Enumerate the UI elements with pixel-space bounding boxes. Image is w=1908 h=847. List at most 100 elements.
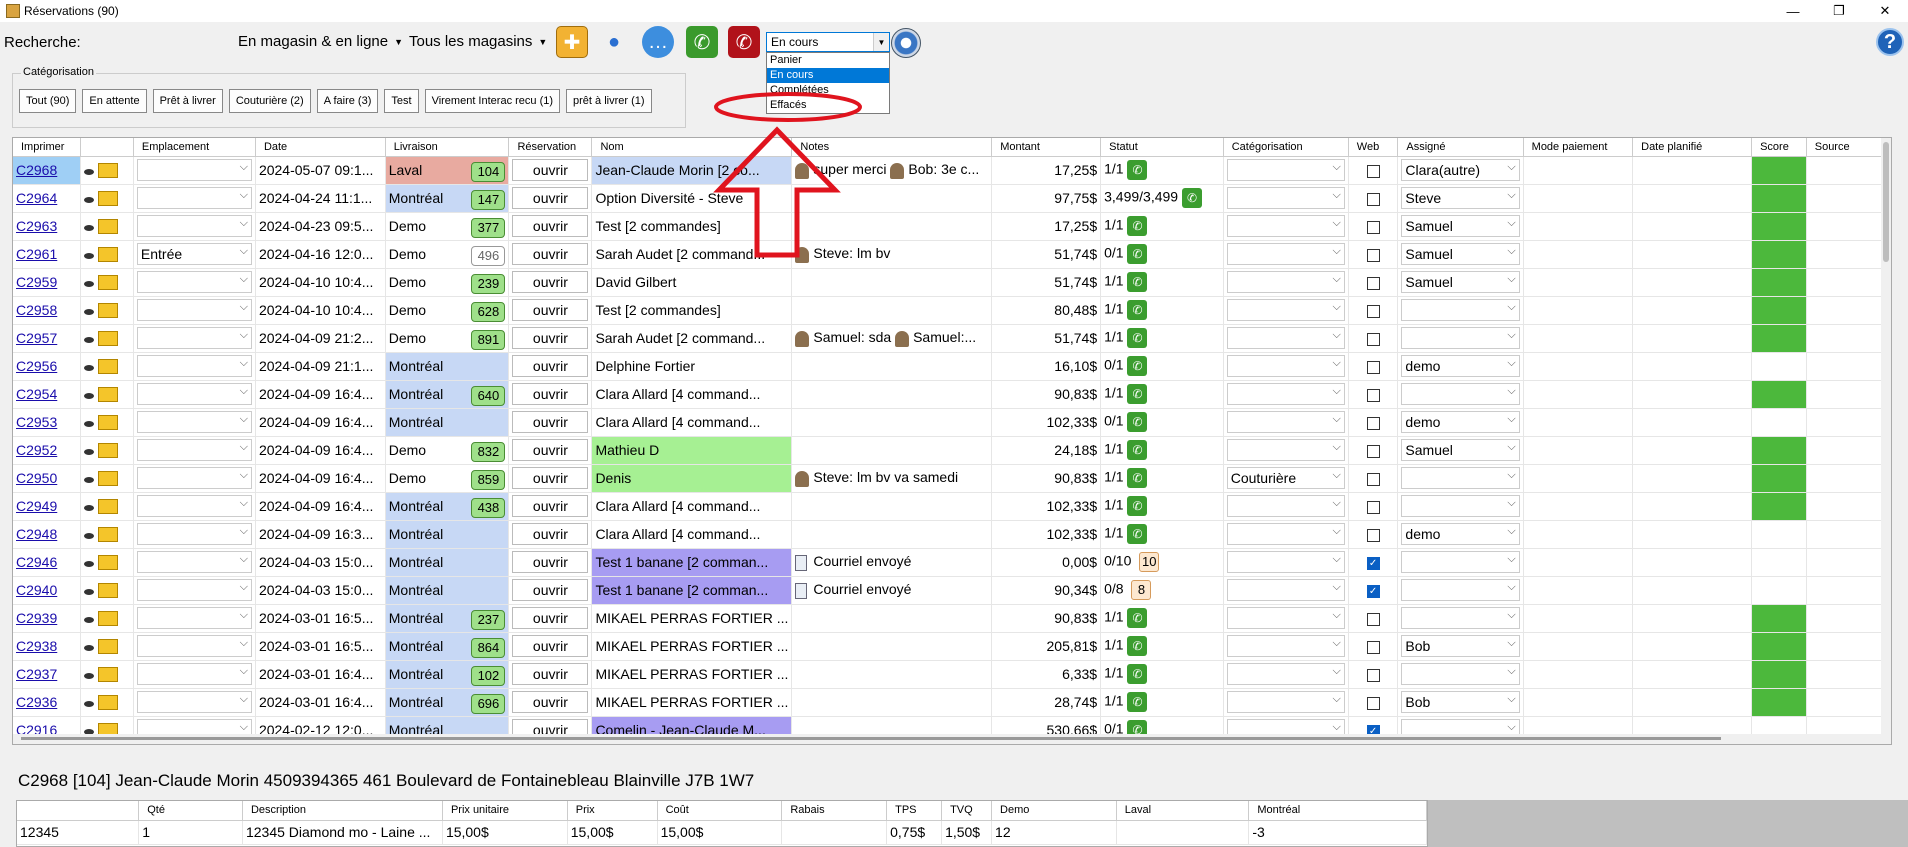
eye-icon[interactable]	[84, 280, 95, 287]
detail-column-header[interactable]: Demo	[991, 801, 1117, 821]
eye-icon[interactable]	[84, 336, 95, 343]
gift-box-icon[interactable]: ✚	[556, 26, 588, 58]
envelope-icon[interactable]	[98, 611, 119, 627]
emplacement-combo[interactable]	[136, 495, 252, 517]
reservation-code-link[interactable]: C2964	[16, 190, 57, 206]
phone-icon[interactable]: ✆	[1181, 188, 1202, 208]
customer-name-cell[interactable]: Clara Allard [4 command...	[591, 492, 793, 521]
phone-icon[interactable]: ✆	[1127, 664, 1148, 684]
open-button[interactable]: ouvrir	[512, 551, 589, 573]
eye-icon[interactable]	[84, 168, 95, 175]
column-header[interactable]: Score	[1751, 138, 1807, 157]
eye-icon[interactable]	[84, 196, 95, 203]
customer-name-cell[interactable]: Test 1 banane [2 comman...	[591, 576, 793, 605]
reservation-code-link[interactable]: C2963	[16, 218, 57, 234]
table-row[interactable]: C2961 Entrée2024-04-16 12:0...Demo 496 ouv…	[13, 240, 1891, 269]
table-row[interactable]: C2964 2024-04-24 11:1...Montréal 147 ouvri…	[13, 184, 1891, 213]
open-button[interactable]: ouvrir	[512, 355, 589, 377]
assigned-combo[interactable]: Clara(autre)	[1401, 159, 1520, 181]
categorisation-combo[interactable]	[1226, 495, 1345, 517]
assigned-combo[interactable]: Samuel	[1401, 243, 1520, 265]
table-row[interactable]: C2939 2024-03-01 16:5...Montréal 237 ouvri…	[13, 604, 1891, 633]
eye-icon[interactable]	[84, 364, 95, 371]
chevron-down-icon[interactable]: ▼	[873, 33, 889, 51]
detail-column-header[interactable]: Description	[242, 801, 443, 821]
code-cell[interactable]: C2954	[13, 380, 82, 409]
status-option-panier[interactable]: Panier	[767, 53, 889, 68]
phone-icon[interactable]: ✆	[1127, 384, 1148, 404]
reservation-code-link[interactable]: C2946	[16, 554, 57, 570]
emplacement-combo[interactable]	[136, 299, 252, 321]
table-row[interactable]: C2950 2024-04-09 16:4...Demo 859 ouvrirDen…	[13, 464, 1891, 493]
envelope-icon[interactable]	[98, 667, 119, 683]
emplacement-combo[interactable]	[136, 215, 252, 237]
assigned-combo[interactable]: Bob	[1401, 691, 1520, 713]
assigned-combo[interactable]	[1401, 663, 1520, 685]
category-button[interactable]: prêt à livrer (1)	[566, 89, 652, 113]
detail-column-header[interactable]: Laval	[1116, 801, 1250, 821]
customer-name-cell[interactable]: MIKAEL PERRAS FORTIER ...	[591, 660, 793, 689]
code-cell[interactable]: C2957	[13, 324, 82, 353]
open-button[interactable]: ouvrir	[512, 579, 589, 601]
table-row[interactable]: C2946 2024-04-03 15:0...Montréal ouvrirTe…	[13, 548, 1891, 577]
phone-icon[interactable]: ✆	[1127, 468, 1148, 488]
envelope-icon[interactable]	[98, 247, 119, 263]
emplacement-combo[interactable]	[136, 579, 252, 601]
envelope-icon[interactable]	[98, 583, 119, 599]
eye-icon[interactable]	[84, 392, 95, 399]
status-option-completees[interactable]: Complétées	[767, 83, 889, 98]
open-button[interactable]: ouvrir	[512, 635, 589, 657]
emplacement-combo[interactable]	[136, 187, 252, 209]
assigned-combo[interactable]	[1401, 299, 1520, 321]
table-row[interactable]: C2949 2024-04-09 16:4...Montréal 438 ouvri…	[13, 492, 1891, 521]
web-checkbox[interactable]	[1366, 388, 1380, 402]
column-header[interactable]: Date	[255, 138, 386, 157]
categorisation-combo[interactable]	[1226, 607, 1345, 629]
help-icon[interactable]: ?	[1876, 28, 1904, 56]
table-row[interactable]: C2956 2024-04-09 21:1...Montréal ouvrirDe…	[13, 352, 1891, 381]
column-header[interactable]: Web	[1348, 138, 1399, 157]
envelope-icon[interactable]	[98, 219, 119, 235]
categorisation-combo[interactable]	[1226, 355, 1345, 377]
open-button[interactable]: ouvrir	[512, 271, 589, 293]
code-cell[interactable]: C2958	[13, 296, 82, 325]
emplacement-combo[interactable]	[136, 439, 252, 461]
column-header[interactable]: Imprimer	[13, 138, 82, 157]
category-button[interactable]: Couturière (2)	[228, 89, 311, 113]
eye-icon[interactable]	[84, 700, 95, 707]
phone-icon[interactable]: ✆	[1127, 300, 1148, 320]
code-cell[interactable]: C2956	[13, 352, 82, 381]
store-dropdown[interactable]: Tous les magasins ▼	[409, 33, 547, 50]
status-option-en-cours[interactable]: En cours	[767, 68, 889, 83]
envelope-icon[interactable]	[98, 415, 119, 431]
categorisation-combo[interactable]	[1226, 411, 1345, 433]
web-checkbox[interactable]: ✓	[1366, 584, 1380, 598]
categorisation-combo[interactable]	[1226, 635, 1345, 657]
assigned-combo[interactable]	[1401, 579, 1520, 601]
categorisation-combo[interactable]	[1226, 523, 1345, 545]
open-button[interactable]: ouvrir	[512, 383, 589, 405]
emplacement-combo[interactable]	[136, 383, 252, 405]
code-cell[interactable]: C2952	[13, 436, 82, 465]
phone-icon[interactable]: ✆	[1127, 608, 1148, 628]
phone-red-icon[interactable]: ✆	[728, 26, 760, 58]
reservation-code-link[interactable]: C2936	[16, 694, 57, 710]
close-button[interactable]: ✕	[1862, 0, 1908, 22]
column-header[interactable]: Réservation	[508, 138, 593, 157]
customer-name-cell[interactable]: Jean-Claude Morin [2 co...	[591, 156, 793, 185]
table-row[interactable]: C2952 2024-04-09 16:4...Demo 832 ouvrirMat…	[13, 436, 1891, 465]
code-cell[interactable]: C2963	[13, 212, 82, 241]
phone-icon[interactable]: ✆	[1127, 440, 1148, 460]
phone-icon[interactable]: ✆	[1127, 496, 1148, 516]
category-button[interactable]: Tout (90)	[19, 89, 77, 113]
reservation-code-link[interactable]: C2938	[16, 638, 57, 654]
customer-name-cell[interactable]: Test [2 commandes]	[591, 296, 793, 325]
emplacement-combo[interactable]	[136, 607, 252, 629]
open-button[interactable]: ouvrir	[512, 607, 589, 629]
customer-name-cell[interactable]: Option Diversité - Steve	[591, 184, 793, 213]
reservation-code-link[interactable]: C2953	[16, 414, 57, 430]
web-checkbox[interactable]	[1366, 696, 1380, 710]
category-button[interactable]: En attente	[82, 89, 147, 113]
code-cell[interactable]: C2959	[13, 268, 82, 297]
assigned-combo[interactable]: Bob	[1401, 635, 1520, 657]
